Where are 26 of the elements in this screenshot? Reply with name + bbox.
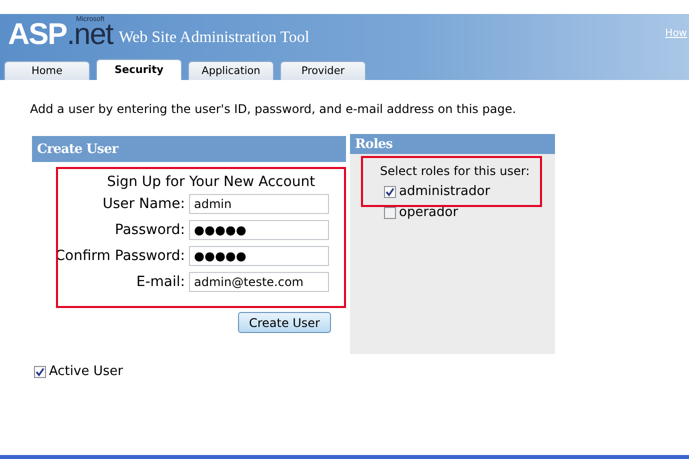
logo-text: ASP (8, 21, 67, 49)
panel-heading: Roles (350, 134, 555, 154)
logo-suffix: .net (66, 21, 113, 49)
role-label: operador (399, 205, 458, 220)
input-field[interactable]: ●●●●● (189, 220, 329, 240)
checkbox[interactable] (384, 206, 396, 218)
field-label: Password: (114, 222, 185, 238)
input-field[interactable]: ●●●●● (189, 246, 329, 266)
tab[interactable]: Security (96, 59, 182, 80)
field-label: User Name: (102, 196, 185, 212)
app-title: Web Site Administration Tool (118, 29, 310, 47)
checkbox-label: Active User (49, 364, 123, 379)
form-title: Sign Up for Your New Account (106, 174, 316, 190)
panel-heading: Create User (32, 136, 346, 162)
role-label: administrador (399, 184, 490, 199)
intro-text: Add a user by entering the user's ID, password, and e-mail address on this page. (30, 102, 518, 116)
input-field[interactable]: admin@teste.com (189, 272, 329, 292)
roles-prompt: Select roles for this user: (380, 164, 531, 178)
checkbox[interactable] (34, 366, 46, 378)
tab[interactable]: Application (188, 61, 274, 80)
create-user-button[interactable]: Create User (238, 312, 331, 333)
tab[interactable]: Home (4, 61, 90, 80)
field-label: E-mail: (135, 274, 185, 290)
input-field[interactable]: admin (189, 194, 329, 214)
tab[interactable]: Provider (280, 61, 366, 80)
checkbox[interactable] (384, 186, 396, 198)
